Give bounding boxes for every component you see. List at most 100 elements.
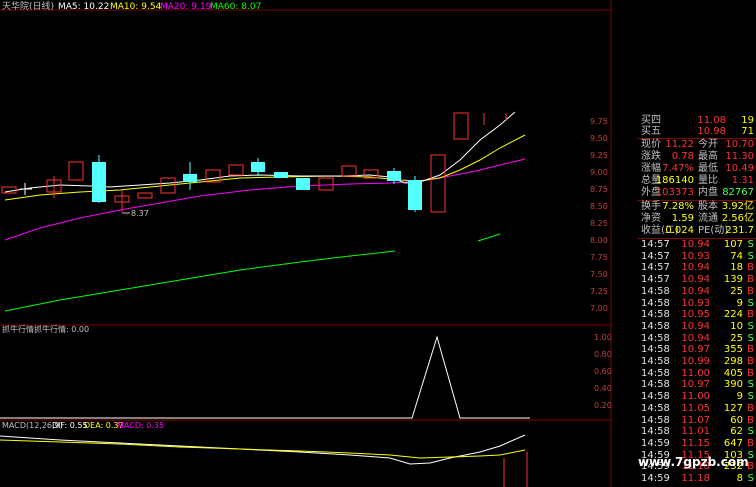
stat-label: 涨幅 [641,163,661,174]
stat-value: 7.47% [662,163,694,174]
candle [318,177,334,191]
mid-panel-title: 抓牛行情 [2,324,34,334]
tick-price: 10.94 [681,274,710,286]
tick-bs: B [747,367,754,379]
tick-bs: B [747,356,754,367]
ma60-line-tail [477,233,501,242]
candle [430,154,446,213]
tick-vol: 9 [736,391,743,403]
tick-vol: 60 [730,414,743,426]
stat-row: 换手 7.28% 股本 3.92亿 [637,201,756,213]
candles [1,112,507,213]
tick-bs: S [747,239,754,250]
price-tick: 9.50 [590,134,608,143]
tick-bs: S [747,297,754,309]
tick-price: 10.94 [681,332,710,344]
stat-label: 量比 [698,175,718,186]
stat-value: 186140 [655,175,694,186]
price-tick: 8.25 [590,219,608,228]
tick-time: 14:57 [641,239,670,250]
ma20-label: MA20: 9.19 [160,2,212,12]
book-label: 买五 [641,126,661,137]
price-tick: 9.25 [590,151,608,160]
tick-row: 14:57 10.94 18 B [637,262,756,274]
ma60-line [4,250,396,312]
tick-bs: S [747,320,754,332]
tick-price: 10.94 [681,285,710,297]
tick-time: 14:58 [641,426,670,438]
tick-bs: B [747,262,754,274]
price-tick: 7.50 [590,270,608,279]
tick-bs: S [747,391,754,403]
stat-label: 最低 [698,163,718,174]
stat-value: 103373 [655,187,694,198]
tick-row: 14:58 10.94 25 B [637,286,756,298]
book-volume: 71 [741,126,754,137]
mid-tick: 1.00 [594,333,612,342]
order-book-row: 买五 10.98 71 [637,126,756,138]
tick-row: 14:58 10.97 390 S [637,379,756,391]
mid-tick: 0.20 [594,401,612,410]
price-tick: 7.75 [590,253,608,262]
tick-vol: 10 [730,320,743,332]
mid-tick: 0.80 [594,350,612,359]
price-tick: 9.75 [590,117,608,126]
tick-vol: 127 [723,402,743,414]
stat-label: 涨跌 [641,151,661,162]
tick-bs: S [747,332,754,344]
candle [228,164,244,176]
ma5-label: MA5: 10.22 [58,2,109,12]
stat-label: 今开 [698,139,718,150]
quote-panel: 买四 11.08 19 买五 10.98 71 现价 11.22 今开 10.7… [637,113,756,487]
stat-label: PE(动) [698,225,729,236]
tick-row: 14:58 11.07 60 B [637,415,756,427]
tick-row: 14:58 10.97 355 B [637,344,756,356]
ma60-label: MA60: 8.07 [210,2,261,12]
candle [68,161,84,181]
mid-tick: 0.40 [594,384,612,393]
kline-chart[interactable]: 9.75 9.50 9.25 9.00 8.75 8.50 8.25 8.00 … [0,0,612,487]
tick-vol: 9 [736,297,743,309]
stat-label: 换手 [641,201,661,212]
tick-time: 14:58 [641,344,670,356]
tick-vol: 107 [723,239,743,250]
tick-bs: B [747,414,754,426]
tick-time: 14:58 [641,320,670,332]
tick-time: 14:58 [641,332,670,344]
low-marker: 8.37 [131,209,149,218]
price-tick: 8.75 [590,185,608,194]
tick-time: 14:58 [641,379,670,391]
stat-value: 2.56亿 [721,213,754,224]
mid-axis: 1.00 0.80 0.60 0.40 0.20 [594,333,612,410]
stat-label: 内盘 [698,187,718,198]
tick-price: 10.94 [681,239,710,250]
tick-row: 14:57 10.94 107 S [637,239,756,251]
tick-price: 11.15 [681,437,710,449]
tick-price: 10.95 [681,309,710,321]
tick-price: 10.99 [681,356,710,367]
mid-panel-value: 抓牛行情: 0.00 [34,324,89,334]
tick-row: 14:59 11.18 8 S [637,473,756,485]
watermark: www.7gpzb.com [638,455,749,469]
book-price: 10.98 [697,126,726,137]
tick-price: 10.94 [681,320,710,332]
tick-bs: S [747,473,754,484]
tick-price: 11.07 [681,414,710,426]
tick-price: 10.97 [681,379,710,391]
candle [341,165,357,177]
stat-row: 涨跌 0.78 最高 11.30 [637,151,756,163]
stat-value: 10.70 [725,139,754,150]
stat-label: 现价 [641,139,661,150]
tick-vol: 139 [723,274,743,286]
stat-value: 82767 [722,187,754,198]
macd-dif: DIF: 0.55 [52,421,88,430]
stat-value: 3.92亿 [721,201,754,212]
macd-dea-line [0,439,526,459]
tick-time: 14:58 [641,391,670,403]
tick-row: 14:58 11.00 405 B [637,368,756,380]
tick-time: 14:57 [641,250,670,262]
tick-price: 11.00 [681,367,710,379]
tick-bs: B [747,285,754,297]
candle [1,186,17,194]
price-tick: 7.25 [590,287,608,296]
